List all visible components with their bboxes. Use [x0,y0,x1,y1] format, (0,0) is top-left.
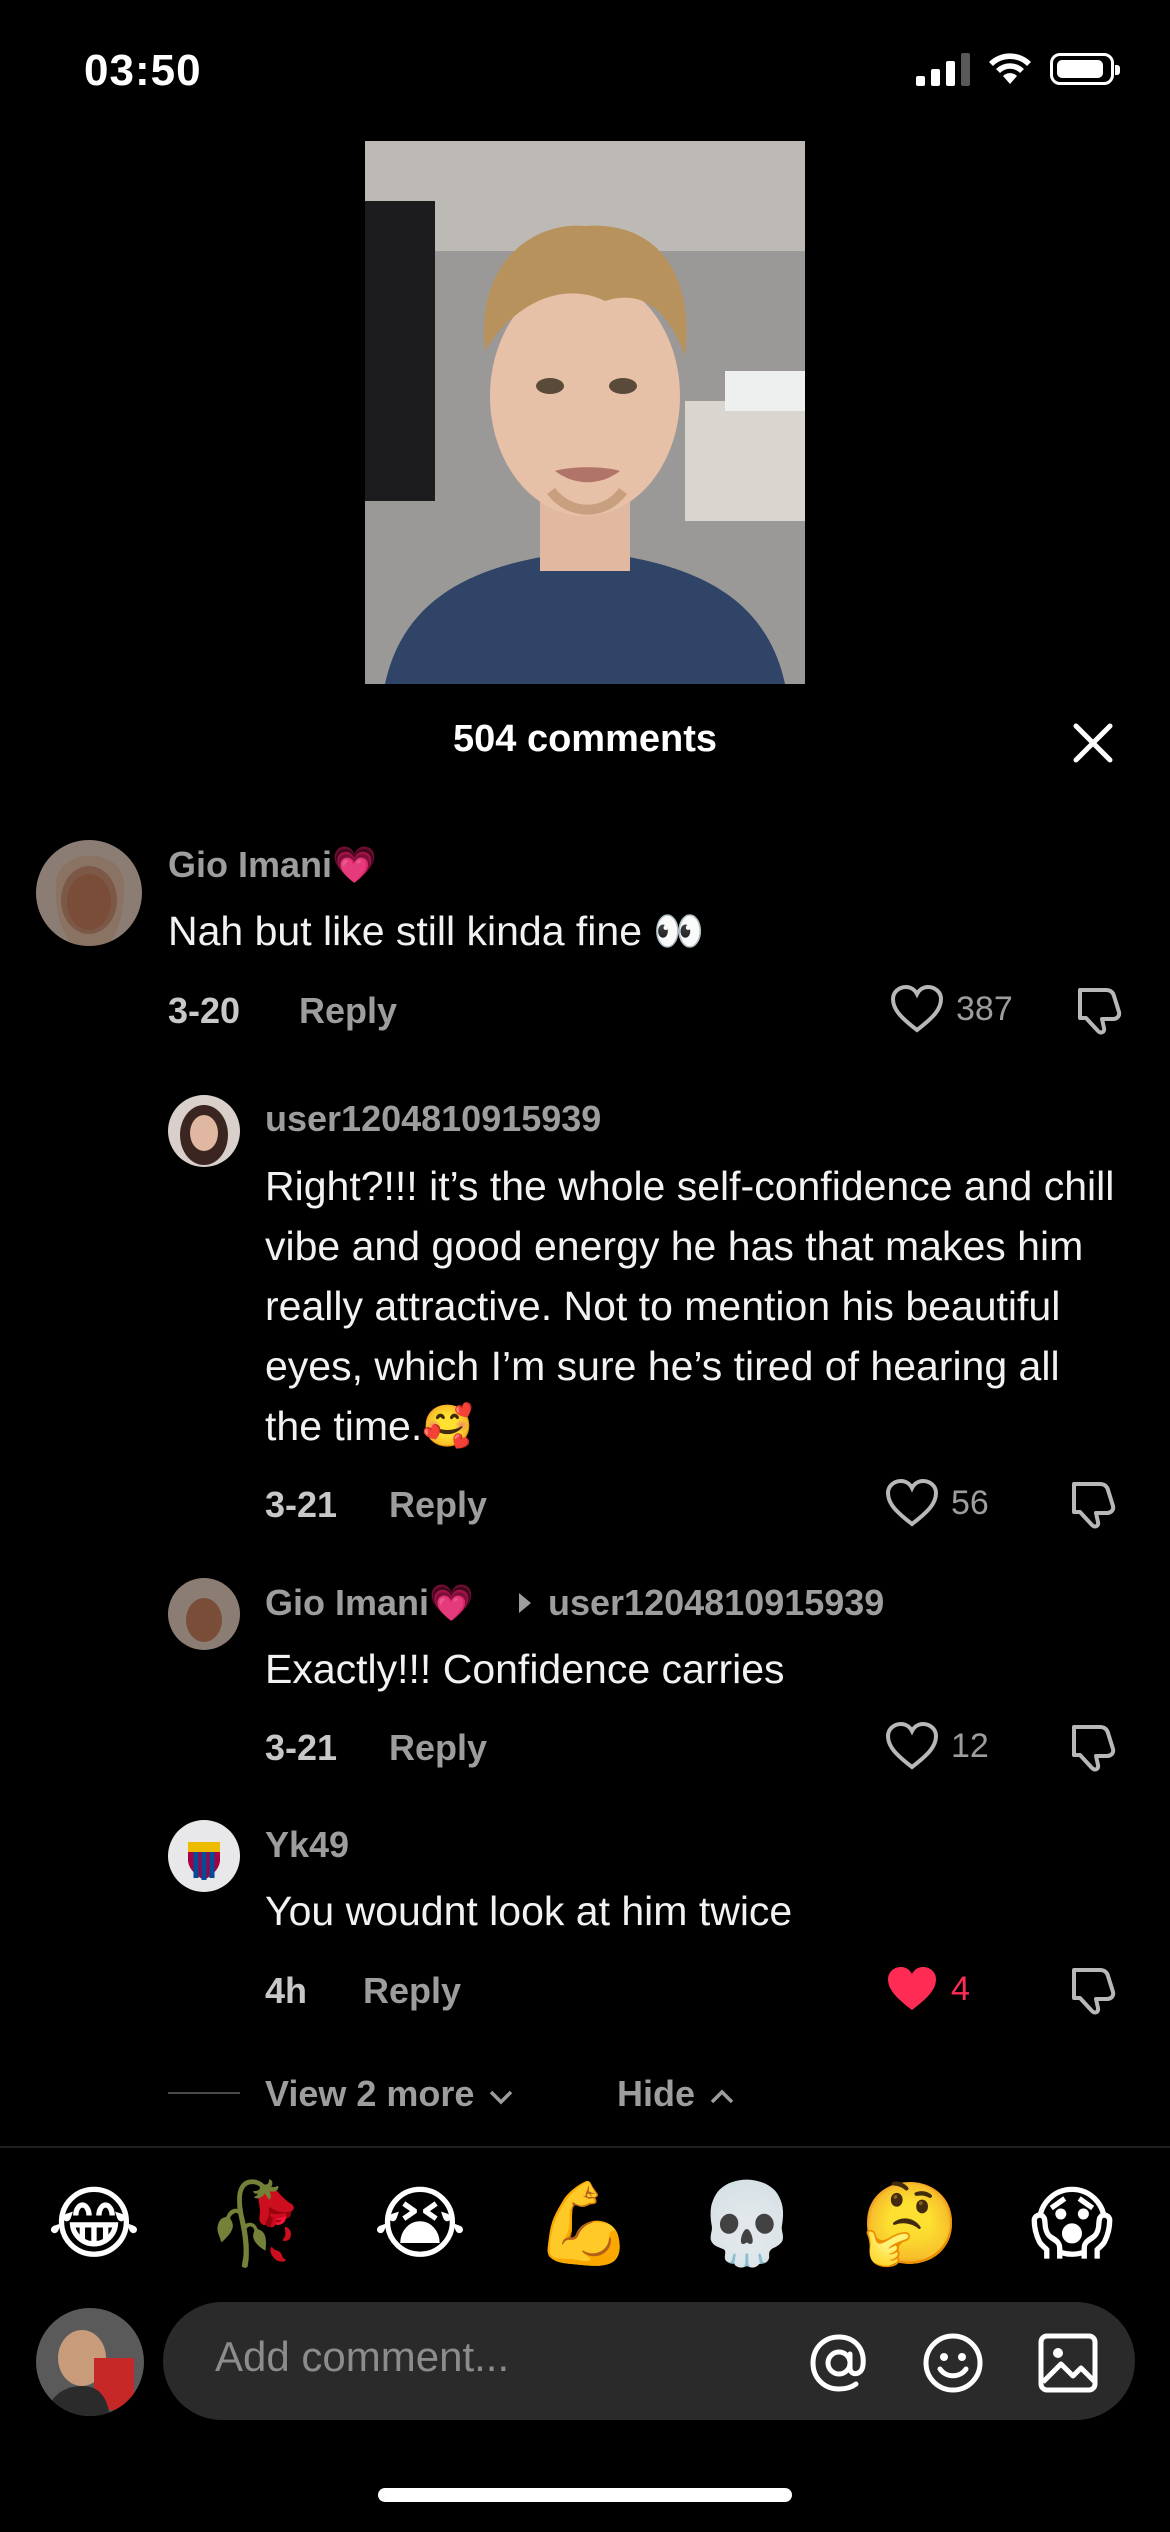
view-more-label: View 2 more [265,2073,475,2114]
view-more-button[interactable]: View 2 more [265,2073,514,2115]
emoji-wilted-rose[interactable]: 🥀 [206,2174,306,2274]
comment-text: Right?!!! it’s the whole self-confidence… [265,1163,1115,1449]
hide-label: Hide [617,2073,696,2114]
reply-button[interactable]: Reply [389,1484,487,1526]
dislike-icon[interactable] [1066,1478,1118,1530]
comment-date: 3-20 [168,990,241,1031]
status-icons [916,52,1120,86]
mention-icon[interactable] [808,2332,870,2394]
dislike-icon[interactable] [1066,1964,1118,2016]
comments-count-title: 504 comments [452,718,717,760]
close-icon[interactable] [1070,720,1116,766]
comment-username[interactable]: Yk49 [265,1824,349,1866]
like-count: 12 [951,1727,989,1765]
heart-filled-icon[interactable] [885,1964,939,2014]
emoji-picker-icon[interactable] [922,2332,984,2394]
reply-button[interactable]: Reply [363,1970,461,2012]
reply-arrow-icon [519,1593,531,1613]
emoji-thinking[interactable]: 🤔 [860,2174,960,2274]
reply-button[interactable]: Reply [299,990,397,1032]
thread-line [168,2092,240,2094]
emoji-laughing[interactable]: 😂 [44,2174,144,2274]
comment-text: Nah but like still kinda fine 👀 [168,908,705,954]
emoji-skull[interactable]: 💀 [697,2174,797,2274]
reply-button[interactable]: Reply [389,1727,487,1769]
like-count: 387 [956,990,1013,1028]
reply-to-username[interactable]: user1204810915939 [548,1582,884,1624]
comment-date: 3-21 [265,1727,338,1768]
avatar[interactable] [168,1578,240,1650]
hide-button[interactable]: Hide [617,2073,735,2115]
like-count: 56 [951,1484,989,1522]
battery-icon [1050,53,1120,85]
video-thumbnail[interactable] [365,141,805,684]
comment-input-placeholder: Add comment... [215,2333,510,2380]
video-frame-image [365,141,805,684]
comment-date: 4h [265,1970,308,2011]
emoji-scream[interactable]: 😱 [1022,2174,1122,2274]
heart-icon[interactable] [885,1478,939,1528]
comment-username[interactable]: Gio Imani💗 [168,844,377,886]
avatar[interactable] [168,1820,240,1892]
dislike-icon[interactable] [1066,1721,1118,1773]
user-avatar[interactable] [36,2308,144,2416]
emoji-muscle[interactable]: 💪 [534,2174,634,2274]
status-time: 03:50 [84,46,202,95]
dislike-icon[interactable] [1072,984,1124,1036]
comment-username[interactable]: Gio Imani💗 [265,1582,474,1624]
chevron-down-icon [490,2090,513,2105]
comment-text: You woudnt look at him twice [265,1888,793,1934]
home-indicator [378,2488,792,2502]
avatar[interactable] [168,1095,240,1167]
image-upload-icon[interactable] [1037,2332,1099,2394]
chevron-up-icon [710,2089,734,2104]
heart-icon[interactable] [885,1721,939,1771]
avatar[interactable] [36,840,142,946]
emoji-crying[interactable]: 😭 [370,2174,470,2274]
wifi-icon [989,53,1031,84]
comment-date: 3-21 [265,1484,338,1525]
heart-icon[interactable] [890,984,944,1034]
comment-username[interactable]: user1204810915939 [265,1098,601,1140]
comment-text: Exactly!!! Confidence carries [265,1646,785,1692]
like-count: 4 [951,1970,970,2008]
divider [0,2146,1170,2148]
signal-icon [916,52,970,86]
